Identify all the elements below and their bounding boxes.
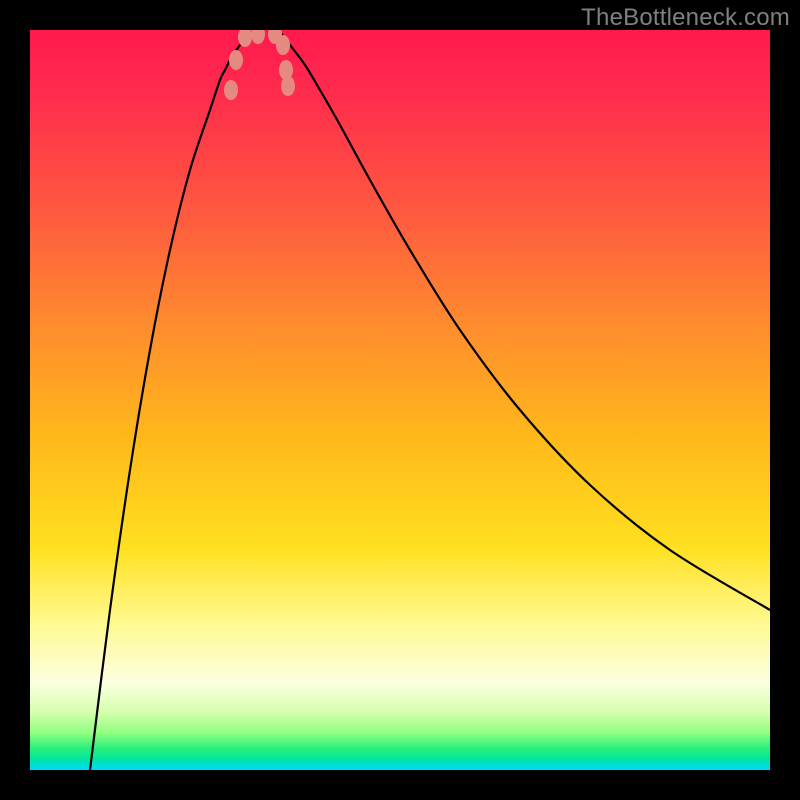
marker-group bbox=[224, 30, 295, 100]
chart-frame: TheBottleneck.com bbox=[0, 0, 800, 800]
data-marker bbox=[281, 76, 295, 96]
curve-left-branch bbox=[90, 32, 250, 770]
data-marker bbox=[229, 50, 243, 70]
watermark-text: TheBottleneck.com bbox=[581, 4, 790, 32]
data-marker bbox=[224, 80, 238, 100]
data-marker bbox=[276, 35, 290, 55]
data-marker bbox=[251, 30, 265, 44]
curve-layer bbox=[30, 30, 770, 770]
plot-area bbox=[30, 30, 770, 770]
curve-right-branch bbox=[280, 32, 770, 610]
